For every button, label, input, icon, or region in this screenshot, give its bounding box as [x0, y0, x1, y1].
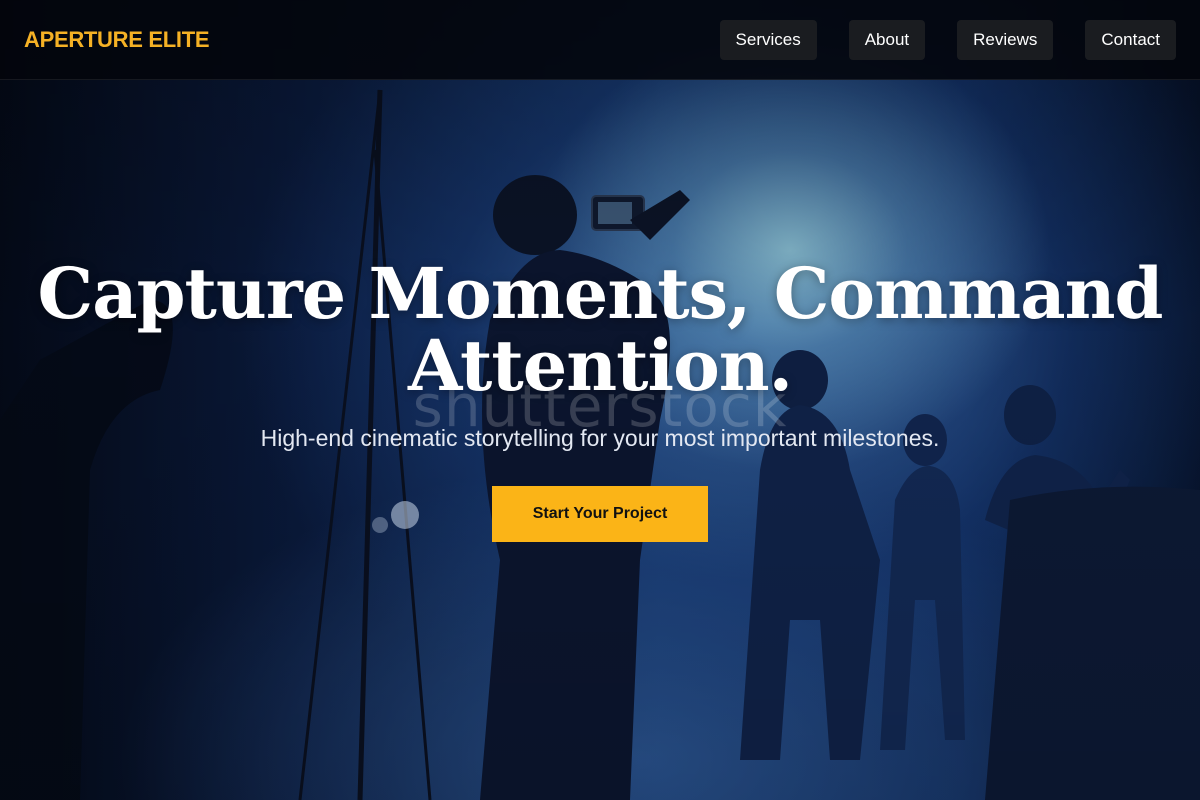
brand-logo[interactable]: APERTURE ELITE: [24, 27, 210, 53]
nav-link-reviews[interactable]: Reviews: [957, 19, 1054, 60]
hero-subtitle: High-end cinematic storytelling for your…: [260, 425, 940, 451]
top-navbar: APERTURE ELITE Services About Reviews Co…: [0, 0, 1200, 80]
nav-link-about[interactable]: About: [848, 19, 926, 60]
hero-section: Capture Moments, Command Attention. High…: [0, 258, 1200, 542]
nav-links: Services About Reviews Contact: [719, 19, 1176, 60]
hero-title: Capture Moments, Command Attention.: [0, 258, 1200, 402]
nav-link-services[interactable]: Services: [719, 19, 817, 60]
start-project-button[interactable]: Start Your Project: [492, 486, 708, 542]
hero-title-line-1: Capture Moments, Command: [37, 252, 1164, 335]
hero-title-line-2: Attention.: [407, 324, 793, 407]
nav-link-contact[interactable]: Contact: [1085, 19, 1176, 60]
landing-page: shutterstock APERTURE ELITE Services Abo…: [0, 0, 1200, 800]
